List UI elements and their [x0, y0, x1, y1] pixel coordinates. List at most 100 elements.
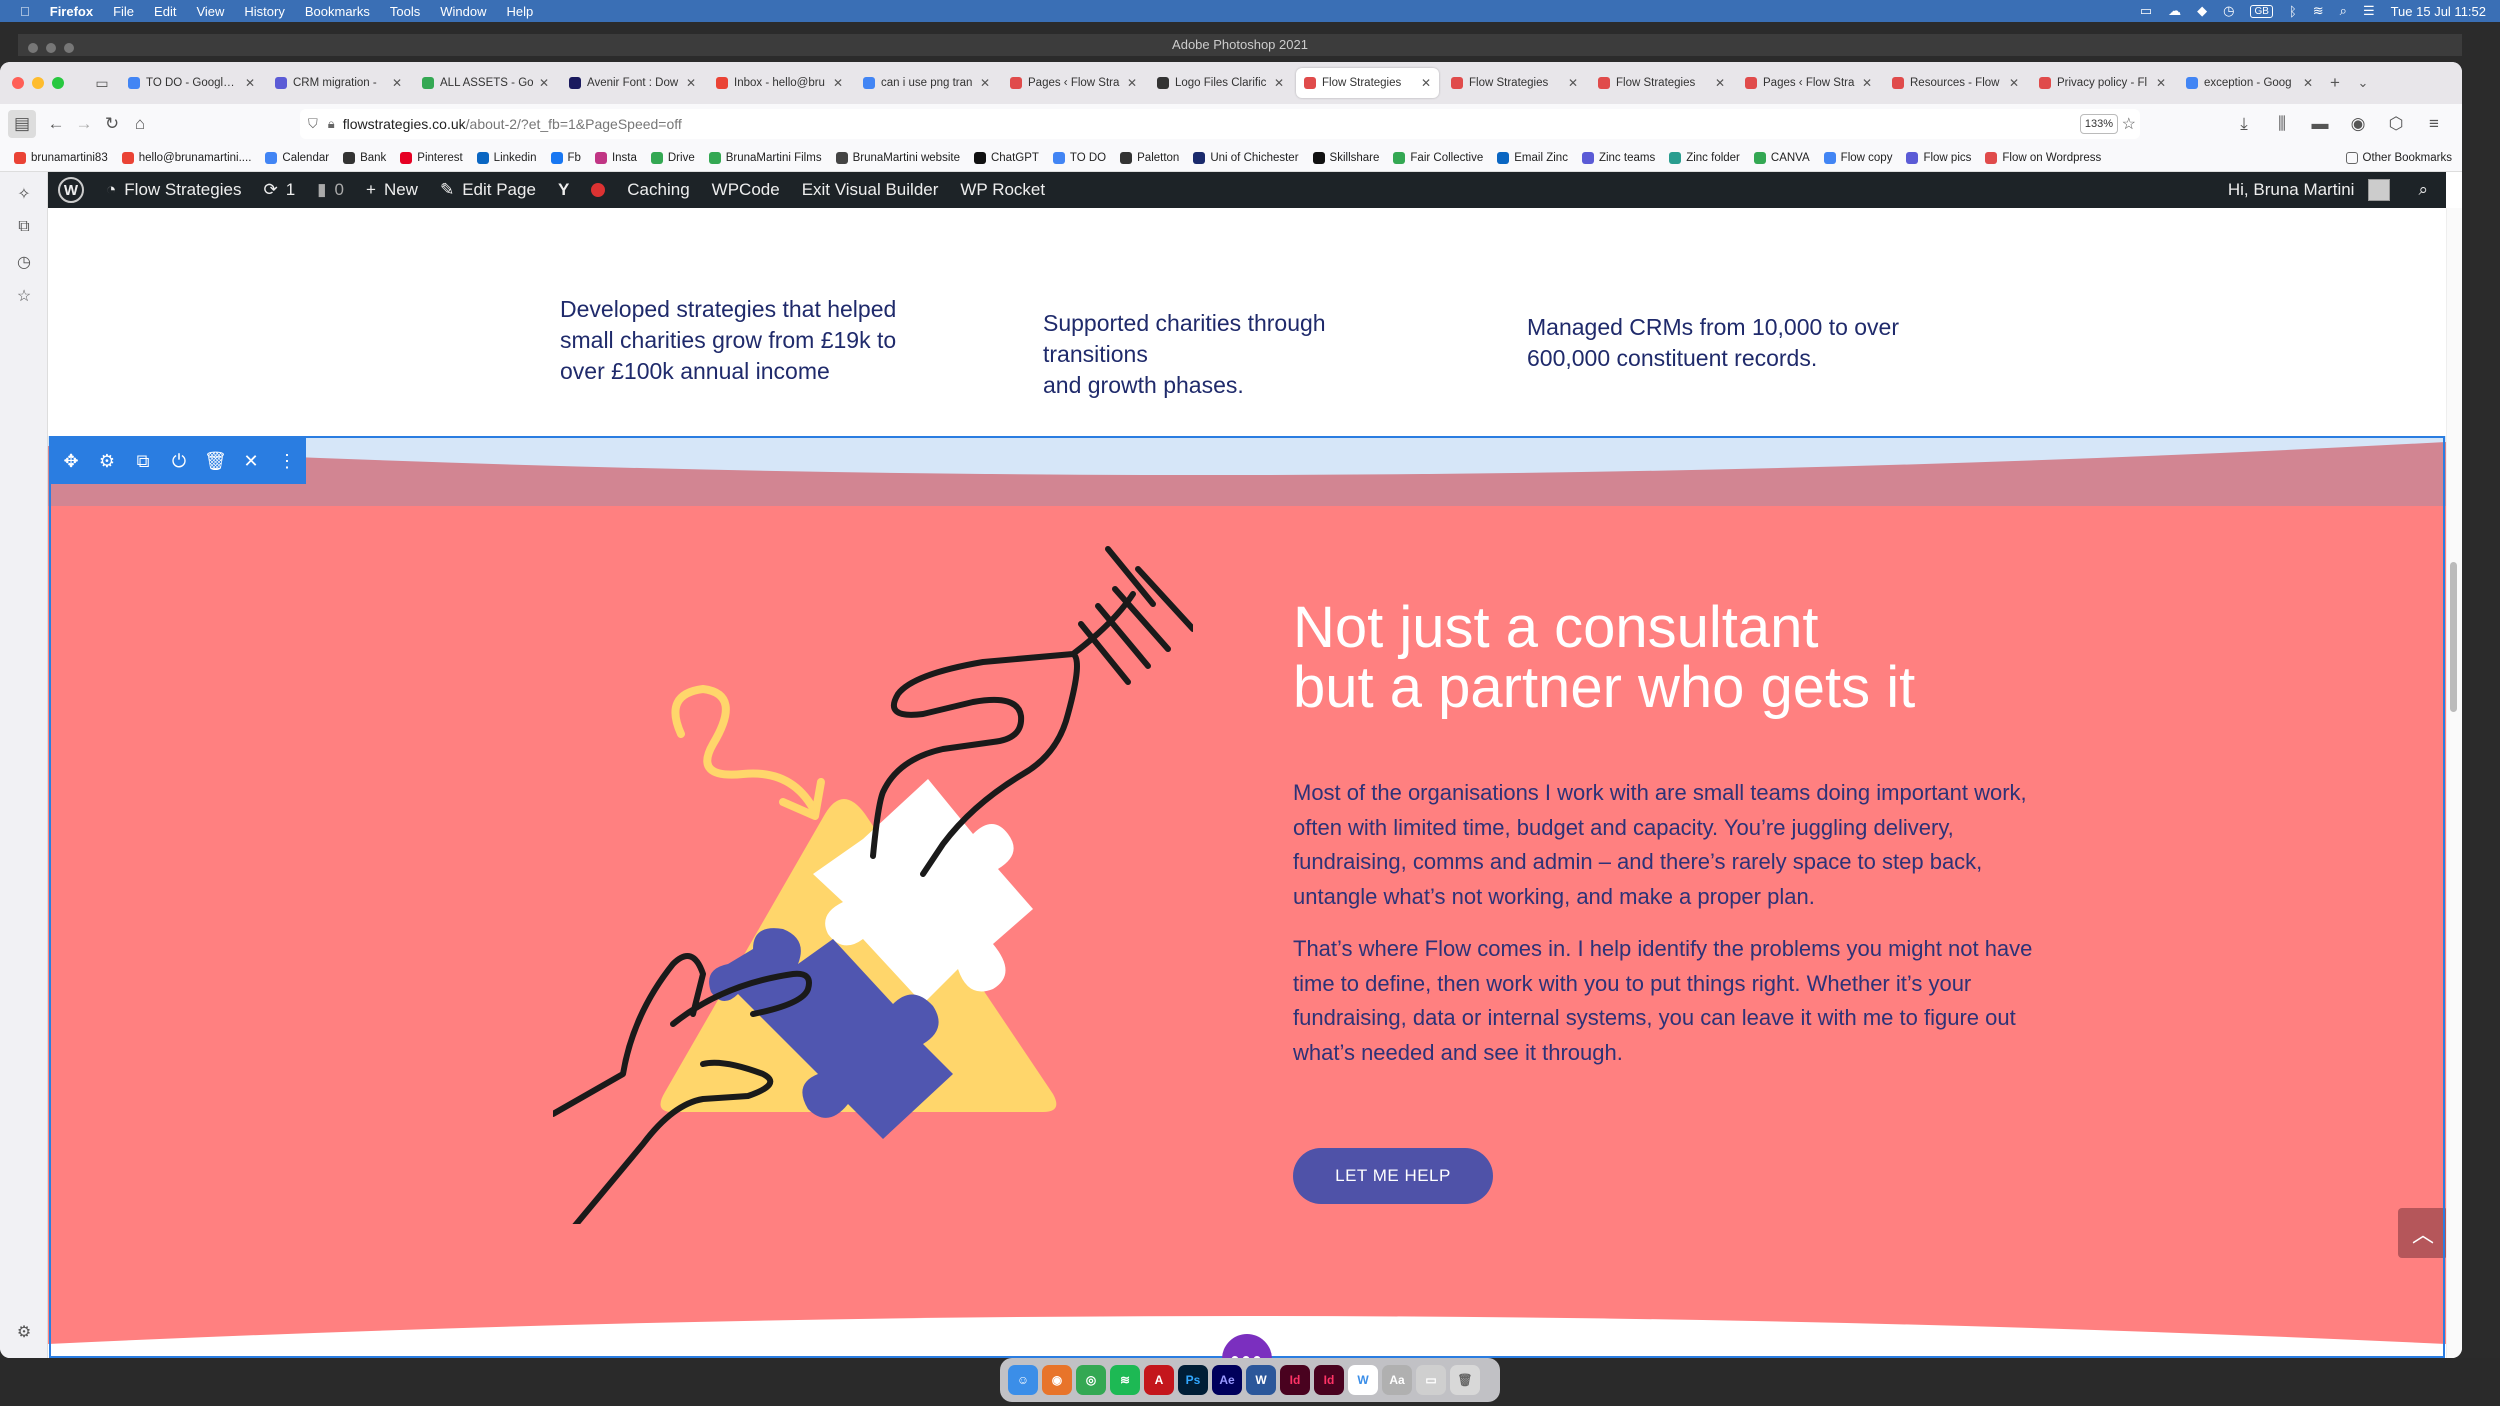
back-button[interactable]: ← [42, 110, 70, 138]
trash-icon[interactable]: 🗑︎ [1450, 1365, 1480, 1395]
partner-section[interactable]: Not just a consultant but a partner who … [48, 436, 2446, 1358]
account-icon[interactable]: ◉ [2344, 110, 2372, 138]
menu-tools[interactable]: Tools [390, 4, 420, 19]
scrollbar-thumb[interactable] [2450, 562, 2457, 712]
acrobat-icon[interactable]: A [1144, 1365, 1174, 1395]
bookmark-17[interactable]: Email Zinc [1497, 151, 1568, 164]
downloads-folder-icon[interactable]: ▭ [1416, 1365, 1446, 1395]
move-icon[interactable]: ✥ [60, 451, 82, 472]
maximize-window-button[interactable] [52, 77, 64, 89]
more-options-icon[interactable]: ⋮ [276, 451, 298, 472]
lock-icon[interactable]: 🔒︎ [328, 116, 335, 132]
wp-updates[interactable]: ⟳ 1 [263, 180, 295, 200]
control-center-icon[interactable]: ☰ [2363, 3, 2375, 19]
bookmark-1[interactable]: hello@brunamartini.... [121, 151, 251, 164]
save-to-library-icon[interactable]: ⏻ [168, 451, 190, 472]
seo-status-dot[interactable] [591, 183, 606, 197]
sidebar-settings-icon[interactable]: ⚙ [14, 1322, 34, 1342]
indesign-file-icon[interactable]: Id [1314, 1365, 1344, 1395]
spotify-icon[interactable]: ≋ [1110, 1365, 1140, 1395]
wp-new[interactable]: + New [366, 180, 418, 200]
tab-close-icon[interactable]: ✕ [2303, 76, 2313, 90]
new-tab-button[interactable]: + [2321, 69, 2349, 97]
tab-close-icon[interactable]: ✕ [2009, 76, 2019, 90]
font-book-icon[interactable]: Aa [1382, 1365, 1412, 1395]
tab-7[interactable]: Logo Files Clarific ✕ [1149, 68, 1292, 98]
bookmark-4[interactable]: Pinterest [400, 151, 463, 164]
extensions-icon[interactable]: ⬡ [2382, 110, 2410, 138]
bookmark-11[interactable]: ChatGPT [973, 151, 1039, 164]
bookmark-3[interactable]: Bank [343, 151, 386, 164]
screen-icon[interactable]: ▭ [2140, 3, 2152, 19]
indesign-icon[interactable]: Id [1280, 1365, 1310, 1395]
bookmark-10[interactable]: BrunaMartini website [835, 151, 960, 164]
tab-0[interactable]: TO DO - Google D ✕ [120, 68, 263, 98]
tab-1[interactable]: CRM migration - ✕ [267, 68, 410, 98]
tab-11[interactable]: Pages ‹ Flow Stra ✕ [1737, 68, 1880, 98]
dropbox-icon[interactable]: ◆ [2197, 3, 2207, 19]
wp-comments[interactable]: ▮ 0 [317, 180, 344, 200]
menu-window[interactable]: Window [440, 4, 486, 19]
wordpress-logo-icon[interactable]: W [58, 177, 84, 203]
tab-close-icon[interactable]: ✕ [1274, 76, 1284, 90]
menu-help[interactable]: Help [507, 4, 534, 19]
tab-12[interactable]: Resources - Flow ✕ [1884, 68, 2027, 98]
bookmark-16[interactable]: Fair Collective [1393, 151, 1483, 164]
menu-edit[interactable]: Edit [154, 4, 176, 19]
clock[interactable]: Tue 15 Jul 11:52 [2391, 4, 2486, 19]
url-bar[interactable]: ⛉ 🔒︎ flowstrategies.co.uk/about-2/?et_fb… [300, 109, 2140, 139]
photoshop-icon[interactable]: Ps [1178, 1365, 1208, 1395]
tab-close-icon[interactable]: ✕ [2156, 76, 2166, 90]
wifi-icon[interactable]: ≋ [2313, 3, 2324, 19]
tab-close-icon[interactable]: ✕ [1862, 76, 1872, 90]
delete-trash-icon[interactable]: 🗑︎ [204, 451, 227, 472]
duplicate-icon[interactable]: ⧉ [132, 451, 154, 472]
settings-gear-icon[interactable]: ⚙ [96, 451, 118, 472]
close-icon[interactable]: ✕ [240, 451, 262, 472]
zoom-level[interactable]: 133% [2080, 114, 2118, 134]
tab-close-icon[interactable]: ✕ [1421, 76, 1431, 90]
wp-rocket[interactable]: WP Rocket [960, 180, 1045, 200]
wp-site-name[interactable]: ◔ Flow Strategies [106, 180, 241, 200]
bookmark-13[interactable]: Paletton [1120, 151, 1179, 164]
tracking-shield-icon[interactable]: ⛉ [308, 116, 318, 132]
tab-close-icon[interactable]: ✕ [686, 76, 696, 90]
wp-caching[interactable]: Caching [627, 180, 689, 200]
tab-5[interactable]: can i use png tran ✕ [855, 68, 998, 98]
downloads-icon[interactable]: ⤓ [2230, 110, 2258, 138]
bookmark-19[interactable]: Zinc folder [1669, 151, 1740, 164]
tab-close-icon[interactable]: ✕ [539, 76, 549, 90]
bookmark-21[interactable]: Flow copy [1823, 151, 1892, 164]
history-icon[interactable]: ◷ [14, 252, 34, 272]
tab-close-icon[interactable]: ✕ [1715, 76, 1725, 90]
finder-icon[interactable]: ☺ [1008, 1365, 1038, 1395]
bookmarks-icon[interactable]: ☆ [14, 286, 34, 306]
bookmark-14[interactable]: Uni of Chichester [1193, 151, 1299, 164]
bookmark-15[interactable]: Skillshare [1312, 151, 1379, 164]
menu-bookmarks[interactable]: Bookmarks [305, 4, 370, 19]
close-window-button[interactable] [12, 77, 24, 89]
bookmark-5[interactable]: Linkedin [476, 151, 537, 164]
library-icon[interactable]: ⫼ [2268, 110, 2296, 138]
tab-8[interactable]: Flow Strategies ✕ [1296, 68, 1439, 98]
back-to-top-chevron-up-icon[interactable]: ︿ [2398, 1208, 2446, 1258]
wordpress-app-icon[interactable]: W [1348, 1365, 1378, 1395]
page-scrollbar[interactable] [2446, 208, 2462, 1358]
tab-10[interactable]: Flow Strategies ✕ [1590, 68, 1733, 98]
bookmark-star-icon[interactable]: ☆ [2122, 114, 2136, 134]
bookmark-6[interactable]: Fb [550, 151, 581, 164]
photoshop-window-controls[interactable] [28, 40, 82, 58]
tab-9[interactable]: Flow Strategies ✕ [1443, 68, 1586, 98]
chrome-icon[interactable]: ◎ [1076, 1365, 1106, 1395]
wp-wpcode[interactable]: WPCode [712, 180, 780, 200]
bookmark-2[interactable]: Calendar [265, 151, 329, 164]
bookmark-0[interactable]: brunamartini83 [14, 151, 108, 164]
bookmark-7[interactable]: Insta [594, 151, 637, 164]
tab-14[interactable]: exception - Goog ✕ [2178, 68, 2321, 98]
time-machine-icon[interactable]: ◷ [2223, 3, 2234, 19]
synced-tabs-icon[interactable]: ⧉ [14, 218, 34, 238]
bookmark-8[interactable]: Drive [650, 151, 695, 164]
sidebar-toggle-icon[interactable]: ▤ [8, 110, 36, 138]
creative-cloud-icon[interactable]: ☁ [2168, 3, 2181, 19]
tab-close-icon[interactable]: ✕ [245, 76, 255, 90]
